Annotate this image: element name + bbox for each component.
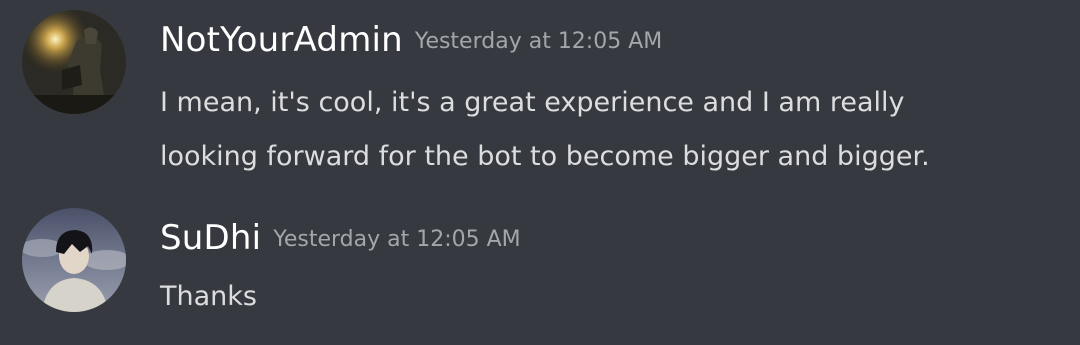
message-text-line: I mean, it's cool, it's a great experien… [160,87,905,118]
message-content: I mean, it's cool, it's a great experien… [160,76,1060,184]
avatar-image-icon [22,208,126,312]
user-avatar[interactable] [22,10,126,114]
user-avatar[interactable] [22,208,126,312]
chat-message-list: NotYourAdmin Yesterday at 12:05 AM I mean… [0,0,1080,345]
message-header: SuDhi Yesterday at 12:05 AM [160,218,521,258]
message-text-line: Thanks [160,281,257,312]
chat-message: NotYourAdmin Yesterday at 12:05 AM I mean… [0,0,1080,200]
timestamp: Yesterday at 12:05 AM [273,227,521,252]
avatar-image-icon [22,10,126,114]
message-text-line: looking forward for the bot to become bi… [160,141,930,172]
chat-message: SuDhi Yesterday at 12:05 AM Thanks [0,200,1080,345]
username[interactable]: NotYourAdmin [160,20,403,60]
message-header: NotYourAdmin Yesterday at 12:05 AM [160,20,662,60]
timestamp: Yesterday at 12:05 AM [414,29,663,54]
username[interactable]: SuDhi [160,218,261,258]
message-content: Thanks [160,270,1060,324]
